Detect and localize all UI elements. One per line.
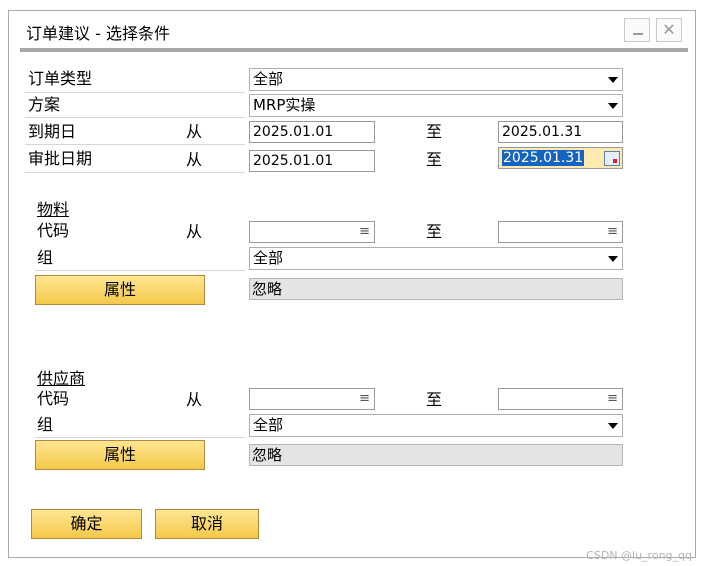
supplier-from-label: 从: [186, 390, 203, 409]
material-group-label: 组: [37, 248, 54, 267]
material-code-from-field[interactable]: ≡: [249, 221, 375, 243]
approval-date-to-label: 至: [426, 150, 443, 169]
chevron-down-icon: [608, 103, 618, 109]
order-type-select[interactable]: 全部: [249, 68, 623, 91]
material-code-to-field[interactable]: ≡: [498, 221, 623, 243]
cancel-button[interactable]: 取消: [155, 509, 259, 539]
supplier-code-label: 代码: [37, 389, 70, 408]
material-group-value: 全部: [253, 249, 284, 267]
row-divider: [35, 270, 245, 271]
supplier-code-to-field[interactable]: ≡: [498, 388, 623, 410]
material-group-select[interactable]: 全部: [249, 247, 623, 270]
row-divider: [25, 172, 245, 173]
supplier-group-label: 组: [37, 415, 54, 434]
calendar-icon[interactable]: [604, 151, 620, 166]
supplier-group-select[interactable]: 全部: [249, 414, 623, 437]
approval-date-from-label: 从: [186, 150, 203, 169]
list-icon[interactable]: ≡: [359, 391, 370, 407]
supplier-group-value: 全部: [253, 416, 284, 434]
due-date-from-label: 从: [186, 122, 203, 141]
minimize-icon: [633, 33, 643, 35]
close-icon: ✕: [662, 20, 676, 39]
supplier-properties-value: 忽略: [249, 444, 623, 466]
scenario-select[interactable]: MRP实操: [249, 94, 623, 117]
list-icon[interactable]: ≡: [607, 224, 618, 240]
approval-date-from-field[interactable]: 2025.01.01: [249, 150, 375, 172]
watermark-text: CSDN @lu_rong_qq: [586, 549, 692, 562]
material-properties-button[interactable]: 属性: [35, 275, 205, 305]
supplier-properties-button[interactable]: 属性: [35, 440, 205, 470]
approval-date-label: 审批日期: [28, 149, 93, 168]
ok-button[interactable]: 确定: [31, 509, 142, 539]
list-icon[interactable]: ≡: [607, 391, 618, 407]
due-date-to-label: 至: [426, 122, 443, 141]
row-divider: [25, 117, 245, 118]
chevron-down-icon: [608, 256, 618, 262]
supplier-code-from-field[interactable]: ≡: [249, 388, 375, 410]
material-properties-value: 忽略: [249, 278, 623, 300]
close-button[interactable]: ✕: [656, 18, 682, 42]
scenario-label: 方案: [28, 95, 61, 114]
due-date-to-field[interactable]: 2025.01.31: [498, 121, 623, 143]
approval-date-to-value: 2025.01.31: [502, 150, 585, 166]
order-type-label: 订单类型: [28, 69, 93, 88]
due-date-label: 到期日: [28, 122, 77, 141]
title-separator: [20, 48, 688, 52]
row-divider: [25, 144, 245, 145]
scenario-value: MRP实操: [253, 96, 316, 114]
minimize-button[interactable]: [624, 18, 650, 42]
order-type-value: 全部: [253, 70, 284, 88]
chevron-down-icon: [608, 423, 618, 429]
window-title: 订单建议 - 选择条件: [26, 24, 170, 43]
due-date-from-field[interactable]: 2025.01.01: [249, 121, 375, 143]
material-code-label: 代码: [37, 221, 70, 240]
material-from-label: 从: [186, 222, 203, 241]
material-section-title: 物料: [37, 200, 70, 219]
material-to-label: 至: [426, 222, 443, 241]
supplier-section-title: 供应商: [37, 369, 86, 388]
row-divider: [35, 437, 245, 438]
list-icon[interactable]: ≡: [359, 224, 370, 240]
chevron-down-icon: [608, 77, 618, 83]
supplier-to-label: 至: [426, 390, 443, 409]
approval-date-to-field[interactable]: 2025.01.31: [498, 147, 623, 169]
